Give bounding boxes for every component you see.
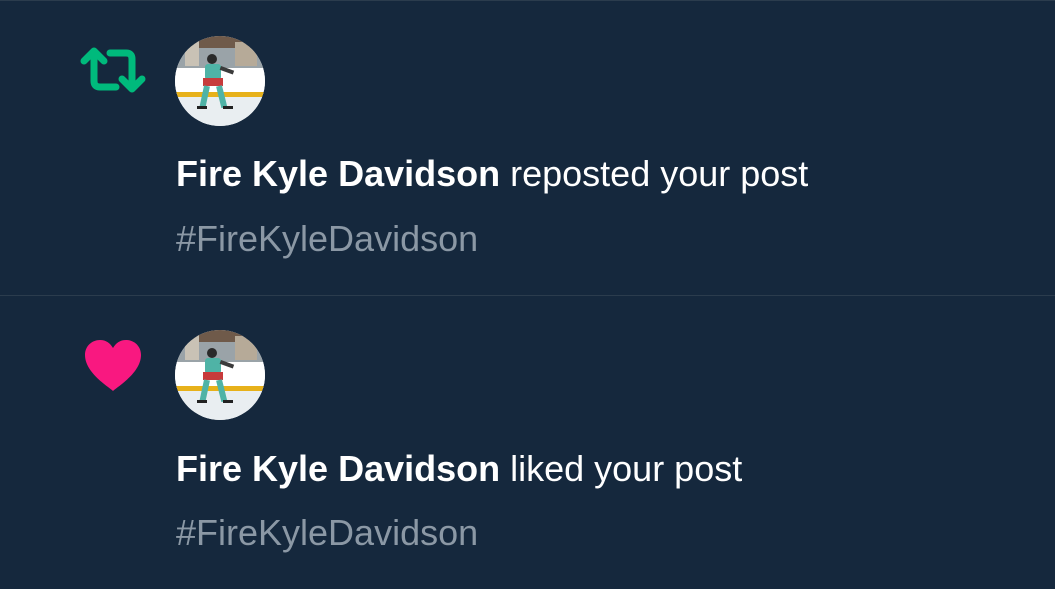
- heart-icon: [78, 333, 148, 399]
- notification-headline: Fire Kyle Davidson reposted your post: [176, 154, 808, 194]
- notification-repost[interactable]: Fire Kyle Davidson reposted your post #F…: [0, 1, 1055, 296]
- hockey-player-avatar[interactable]: [175, 330, 265, 420]
- post-preview-text: #FireKyleDavidson: [176, 218, 479, 259]
- user-name-link[interactable]: Fire Kyle Davidson: [176, 153, 500, 194]
- action-text: liked your post: [500, 448, 743, 489]
- repost-icon: [78, 37, 148, 103]
- user-name-link[interactable]: Fire Kyle Davidson: [176, 448, 500, 489]
- notifications-feed: Fire Kyle Davidson reposted your post #F…: [0, 0, 1055, 589]
- notification-like[interactable]: Fire Kyle Davidson liked your post #Fire…: [0, 297, 1055, 589]
- post-preview-text: #FireKyleDavidson: [176, 512, 479, 553]
- notification-headline: Fire Kyle Davidson liked your post: [176, 449, 742, 489]
- action-text: reposted your post: [500, 153, 809, 194]
- hockey-player-avatar[interactable]: [175, 36, 265, 126]
